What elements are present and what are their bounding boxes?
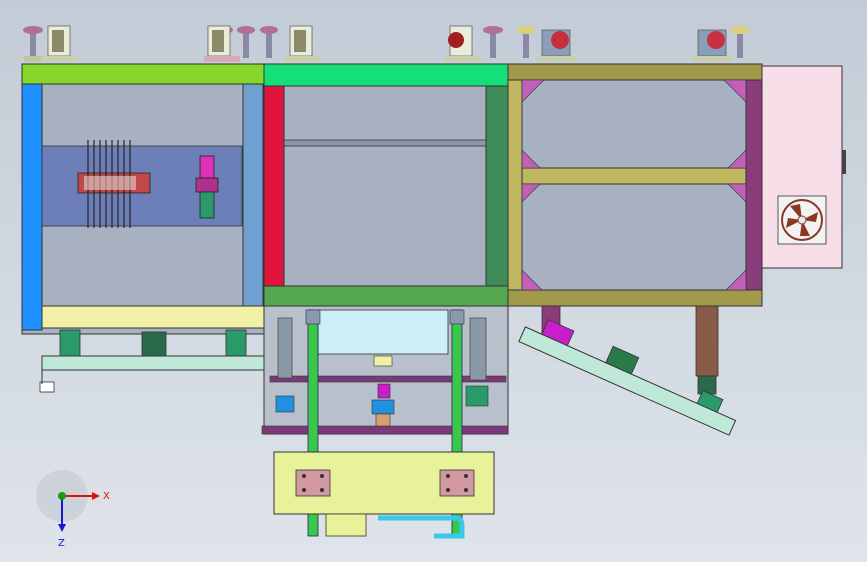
caster-wheel [692,29,732,62]
middle-frame-top-beam [263,63,509,87]
lower-mechanism [261,305,509,539]
guard-panel [317,309,449,355]
right-frame-module [507,63,763,307]
right-frame-post [745,79,763,303]
caster-wheel [42,25,78,62]
top-feet [23,25,750,62]
leveling-foot [237,26,255,58]
cable-hook [378,515,465,539]
left-frame-bottom-rail [41,305,265,329]
caster-wheel [444,25,480,62]
fan-icon [777,195,827,245]
right-frame-top-beam [507,63,763,81]
right-frame-mid-beam [521,167,747,185]
left-conveyor [39,329,265,393]
fan-enclosure [761,65,846,269]
middle-frame-module [263,63,509,307]
right-frame-post [507,79,523,303]
caster-wheel [536,29,576,62]
y-axis-dot [58,492,66,500]
middle-frame-post [263,85,285,287]
leveling-foot [23,26,43,62]
caster-wheel [204,25,240,62]
caster-wheel [284,25,320,62]
cross-rail [283,139,487,147]
leveling-foot [730,26,750,58]
leveling-foot [517,26,535,58]
leveling-foot [483,26,503,58]
right-frame-bottom-beam [507,289,763,307]
axis-triad [36,470,100,532]
middle-frame-post [485,85,509,287]
left-frame-top-beam [21,63,265,85]
cad-viewport: X Z [0,0,867,562]
middle-frame-bottom-beam [263,285,509,307]
left-frame-module [21,63,265,335]
left-frame-post [242,83,264,307]
bearing-block [439,469,475,497]
side-cylinder [275,317,295,413]
left-frame-post [21,83,43,331]
x-axis-label: X [103,491,110,502]
z-axis-label: Z [58,538,65,549]
leveling-foot [260,26,278,58]
bearing-block [295,469,331,497]
assembly-drawing: X Z [21,25,846,549]
